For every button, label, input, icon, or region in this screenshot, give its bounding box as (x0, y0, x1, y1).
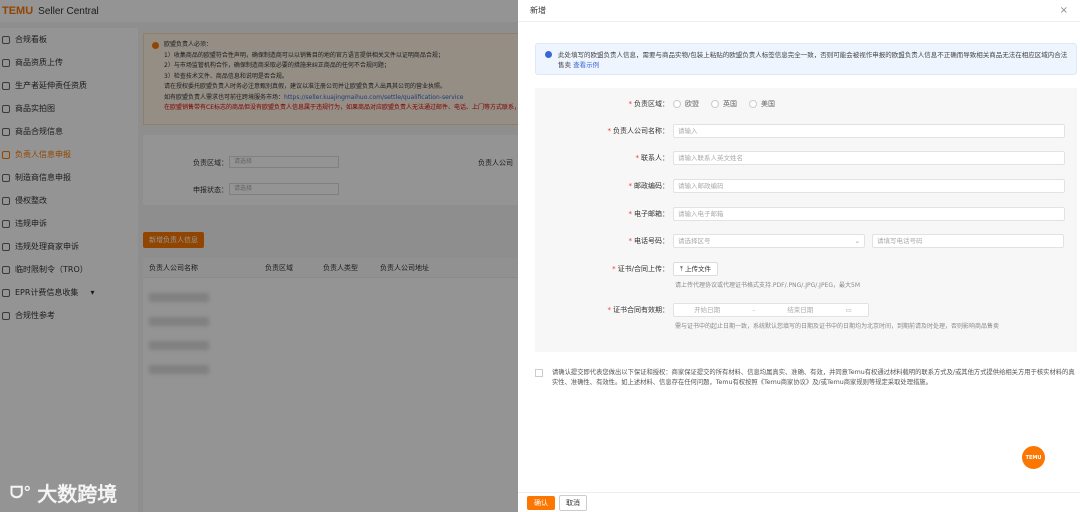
info-alert: 此处填写的欧盟负责人信息，需要与商品实物/包装上粘贴的欧盟负责人标签信息完全一致… (535, 43, 1077, 75)
email-label: 电子邮箱： (634, 210, 669, 218)
company-input[interactable]: 请输入 (673, 124, 1065, 138)
validity-hint: 需与证书中的起止日期一致，系统默认您填写的日期及证书中的日期均为北京时间，到期前… (675, 323, 1000, 330)
company-label: 负责人公司名称： (613, 127, 669, 135)
phone-label: 电话号码： (634, 237, 669, 245)
upload-button[interactable]: ⤒ 上传文件 (673, 262, 718, 276)
validity-label: 证书合同有效期： (613, 306, 669, 314)
agree-checkbox[interactable] (535, 369, 543, 377)
close-icon[interactable]: × (1060, 5, 1068, 16)
add-drawer: 新增 × 此处填写的欧盟负责人信息，需要与商品实物/包装上粘贴的欧盟负责人标签信… (518, 0, 1080, 512)
drawer-title: 新增 (530, 6, 546, 15)
contact-input[interactable]: 请输入联系人英文姓名 (673, 151, 1065, 165)
view-example-link[interactable]: 查看示例 (573, 61, 599, 69)
radio-uk[interactable]: 英国 (711, 99, 737, 109)
calendar-icon: ▭ (845, 306, 852, 314)
drawer-footer: 确认 取消 (518, 492, 1080, 512)
temu-assistant-button[interactable]: TEMU (1022, 446, 1045, 469)
confirm-button[interactable]: 确认 (527, 495, 555, 510)
info-icon (545, 51, 552, 58)
modal-overlay[interactable] (0, 0, 518, 512)
area-code-select[interactable]: 请选择区号 ⌄ (673, 234, 865, 248)
responsible-form: * 负责区域： 欧盟 英国 美国 * 负责人公司名称： 请输入 * 联系人： 请输入联系人… (535, 88, 1077, 352)
email-input[interactable]: 请输入电子邮箱 (673, 207, 1065, 221)
upload-hint: 请上传代理协议或代理证书格式支持.PDF/.PNG/.JPG/.JPEG，最大5… (675, 282, 860, 289)
watermark: ᗜ° 大数跨境 (10, 478, 117, 507)
info-text: 此处填写的欧盟负责人信息，需要与商品实物/包装上粘贴的欧盟负责人标签信息完全一致… (558, 51, 1068, 69)
chevron-down-icon: ⌄ (854, 237, 860, 245)
agreement-text: 请确认提交即代表您做出以下保证和授权：商家保证提交的所有材料、信息均属真实、准确… (552, 369, 1075, 386)
phone-input[interactable]: 请填写电话号码 (872, 234, 1064, 248)
watermark-text: 大数跨境 (37, 482, 118, 506)
agreement: 请确认提交即代表您做出以下保证和授权：商家保证提交的所有材料、信息均属真实、准确… (535, 368, 1080, 388)
postal-input[interactable]: 请输入邮政编码 (673, 179, 1065, 193)
postal-label: 邮政编码： (634, 182, 669, 190)
radio-eu[interactable]: 欧盟 (673, 99, 699, 109)
cancel-button[interactable]: 取消 (559, 494, 587, 511)
contact-label: 联系人： (641, 154, 669, 162)
date-range-picker[interactable]: 开始日期 - 结束日期 ▭ (673, 303, 869, 317)
radio-us[interactable]: 美国 (749, 99, 775, 109)
region-label: 负责区域： (634, 100, 669, 108)
upload-label: 证书/合同上传： (617, 265, 669, 273)
drawer-header: 新增 × (518, 0, 1080, 22)
